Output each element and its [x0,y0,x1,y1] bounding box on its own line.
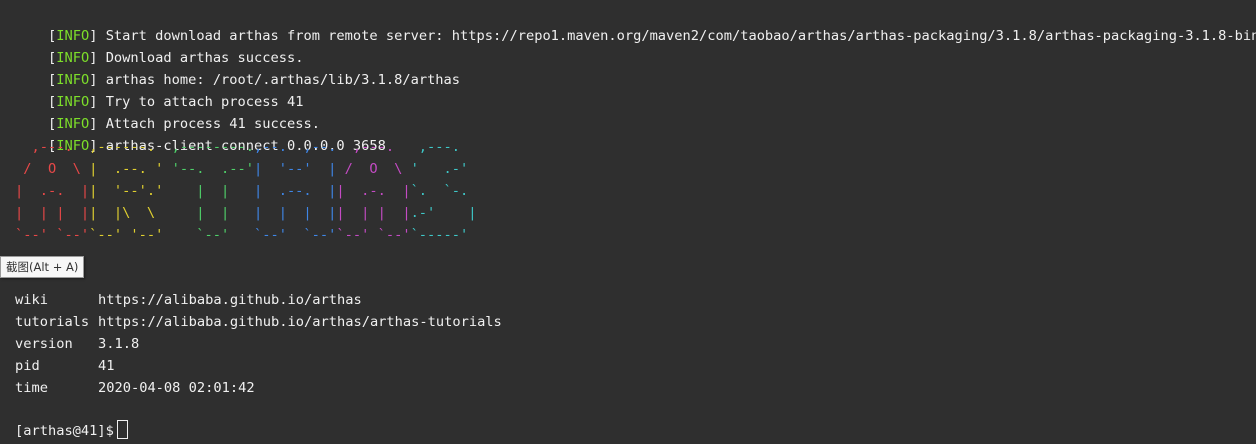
banner-letter-t: | | [171,205,254,221]
banner-letter-a2: ,---. [336,139,411,155]
banner-letter-r: | '--'.' [89,183,172,199]
banner-letter-s: .-' | [410,205,493,221]
banner-letter-s: `. `-. [410,183,485,199]
info-key-time: time [15,380,48,396]
banner-letter-t: ,--------. [171,139,254,155]
banner-row: / O \ | .--. ' '--. .--'| '--' | / O \ '… [15,158,485,180]
banner-letter-r: | .--. ' [89,161,172,177]
banner-letter-a: | .-. | [15,183,90,199]
screenshot-tooltip: 截图(Alt + A) [0,256,85,278]
banner-letter-h: | .--. | [253,183,337,199]
banner-letter-s: ' .-' [410,161,485,177]
banner-row: | .-. || '--'.' | | | .--. || .-. |`. `-… [15,180,485,202]
banner-letter-a2: `--' `--' [336,227,411,243]
banner-letter-r: ,------. [89,139,172,155]
info-key-tutorials: tutorials [15,314,90,330]
log-line: [INFO] arthas-client connect 0.0.0.0 365… [15,113,386,154]
info-value-time: 2020-04-08 02:01:42 [98,380,255,396]
info-key-wiki: wiki [15,292,48,308]
banner-letter-r: | |\ \ [89,205,172,221]
info-key-pid: pid [15,358,40,374]
banner-letter-t: '--. .--' [171,161,254,177]
banner-letter-t: `--' [171,227,254,243]
log-line: [INFO] arthas home: /root/.arthas/lib/3.… [15,47,460,88]
info-value-pid: 41 [98,358,115,374]
banner-row: | | | || |\ \ | | | | | || | | |.-' | [15,202,493,224]
banner-row: `--' `--'`--' '--' `--' `--' `--'`--' `-… [15,224,493,246]
banner-letter-a2: | .-. | [336,183,411,199]
info-key-version: version [15,336,73,352]
banner-letter-a: `--' `--' [15,227,90,243]
banner-letter-h: ,--. ,--. [253,139,337,155]
log-line: [INFO] Attach process 41 success. [15,91,320,132]
banner-letter-s: `-----' [410,227,493,243]
info-value-version: 3.1.8 [98,336,140,352]
banner-row: ,---. ,------. ,--------.,--. ,--. ,---.… [15,136,485,158]
info-value-tutorials: https://alibaba.github.io/arthas/arthas-… [98,314,502,330]
log-line: [INFO] Try to attach process 41 [15,69,304,110]
log-line: [INFO] Start download arthas from remote… [15,3,1256,44]
terminal-window[interactable]: [INFO] Start download arthas from remote… [0,0,1256,444]
banner-letter-t: | | [171,183,254,199]
banner-letter-h: | '--' | [253,161,337,177]
banner-letter-a: ,---. [15,139,90,155]
command-prompt[interactable]: [arthas@41]$ [15,420,128,442]
banner-letter-a: / O \ [15,161,90,177]
banner-letter-a2: | | | | [336,205,411,221]
info-value-wiki: https://alibaba.github.io/arthas [98,292,362,308]
banner-letter-a: | | | | [15,205,90,221]
banner-letter-h: `--' `--' [253,227,337,243]
banner-letter-a2: / O \ [336,161,411,177]
banner-letter-s: ,---. [410,139,485,155]
banner-letter-r: `--' '--' [89,227,172,243]
prompt-text: [arthas@41]$ [15,423,114,439]
text-cursor[interactable] [116,420,128,439]
banner-letter-h: | | | | [253,205,337,221]
log-line: [INFO] Download arthas success. [15,25,304,66]
